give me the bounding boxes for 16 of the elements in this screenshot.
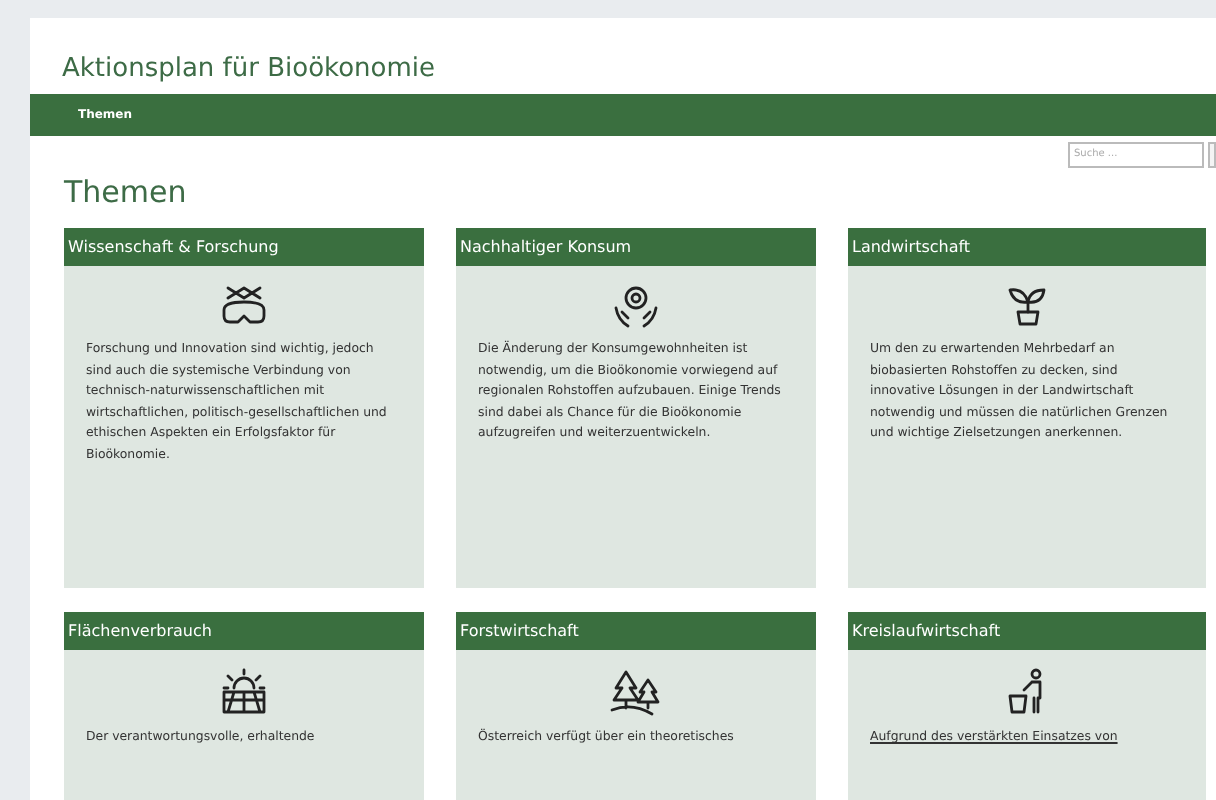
card-title: Forstwirtschaft (456, 612, 816, 650)
goggles-icon (220, 284, 268, 328)
trees-icon (608, 668, 664, 716)
sun-over-field-icon (218, 668, 270, 716)
card-title: Flächenverbrauch (64, 612, 424, 650)
card-title: Wissenschaft & Forschung (64, 228, 424, 266)
card-title: Nachhaltiger Konsum (456, 228, 816, 266)
hands-holding-ball-icon (610, 284, 662, 328)
card-title: Kreislaufwirtschaft (848, 612, 1206, 650)
section-heading: Themen (62, 172, 189, 214)
potted-plant-icon (1005, 284, 1049, 328)
card-title: Landwirtschaft (848, 228, 1206, 266)
topic-card[interactable] (456, 228, 816, 588)
site-title: Aktionsplan für Bioökonomie (60, 52, 438, 88)
topic-card[interactable] (64, 228, 424, 588)
topic-card[interactable] (848, 228, 1206, 588)
